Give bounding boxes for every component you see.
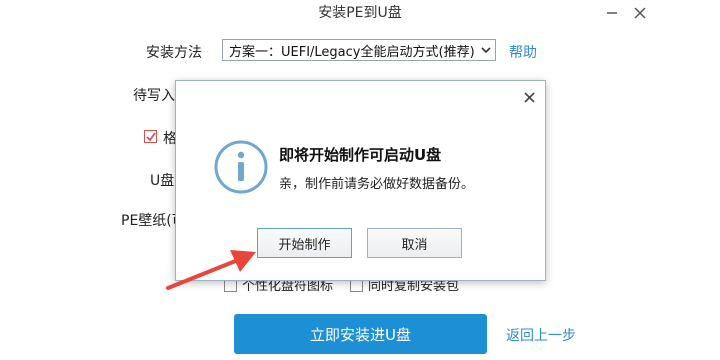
app-window: 安装PE到U盘 安装方法 方案一：UEFI/Legacy全能启动方式(推荐) 帮…	[0, 0, 720, 360]
install-method-label: 安装方法	[146, 45, 202, 61]
write-target-label: 待写入	[133, 88, 175, 104]
format-checkbox[interactable]	[144, 130, 157, 143]
chevron-down-icon	[477, 40, 495, 60]
cancel-button[interactable]: 取消	[367, 228, 462, 258]
minimize-button[interactable]	[598, 0, 626, 26]
install-method-select[interactable]: 方案一：UEFI/Legacy全能启动方式(推荐)	[222, 39, 496, 61]
minimize-icon	[607, 12, 617, 14]
info-icon	[214, 140, 268, 194]
dialog-message: 亲，制作前请务必做好数据备份。	[279, 177, 475, 192]
close-icon	[634, 7, 646, 19]
udisk-label: U盘	[150, 173, 175, 189]
install-now-button[interactable]: 立即安装进U盘	[234, 314, 487, 354]
close-button[interactable]	[626, 0, 654, 26]
confirm-dialog: 即将开始制作可启动U盘 亲，制作前请务必做好数据备份。 开始制作 取消	[175, 80, 546, 281]
back-link[interactable]: 返回上一步	[506, 325, 576, 345]
dialog-close-button[interactable]	[521, 89, 537, 105]
start-making-button[interactable]: 开始制作	[257, 228, 352, 258]
install-method-value: 方案一：UEFI/Legacy全能启动方式(推荐)	[229, 44, 475, 60]
dialog-title: 即将开始制作可启动U盘	[279, 146, 442, 164]
help-link[interactable]: 帮助	[509, 42, 537, 62]
close-icon	[523, 91, 535, 103]
